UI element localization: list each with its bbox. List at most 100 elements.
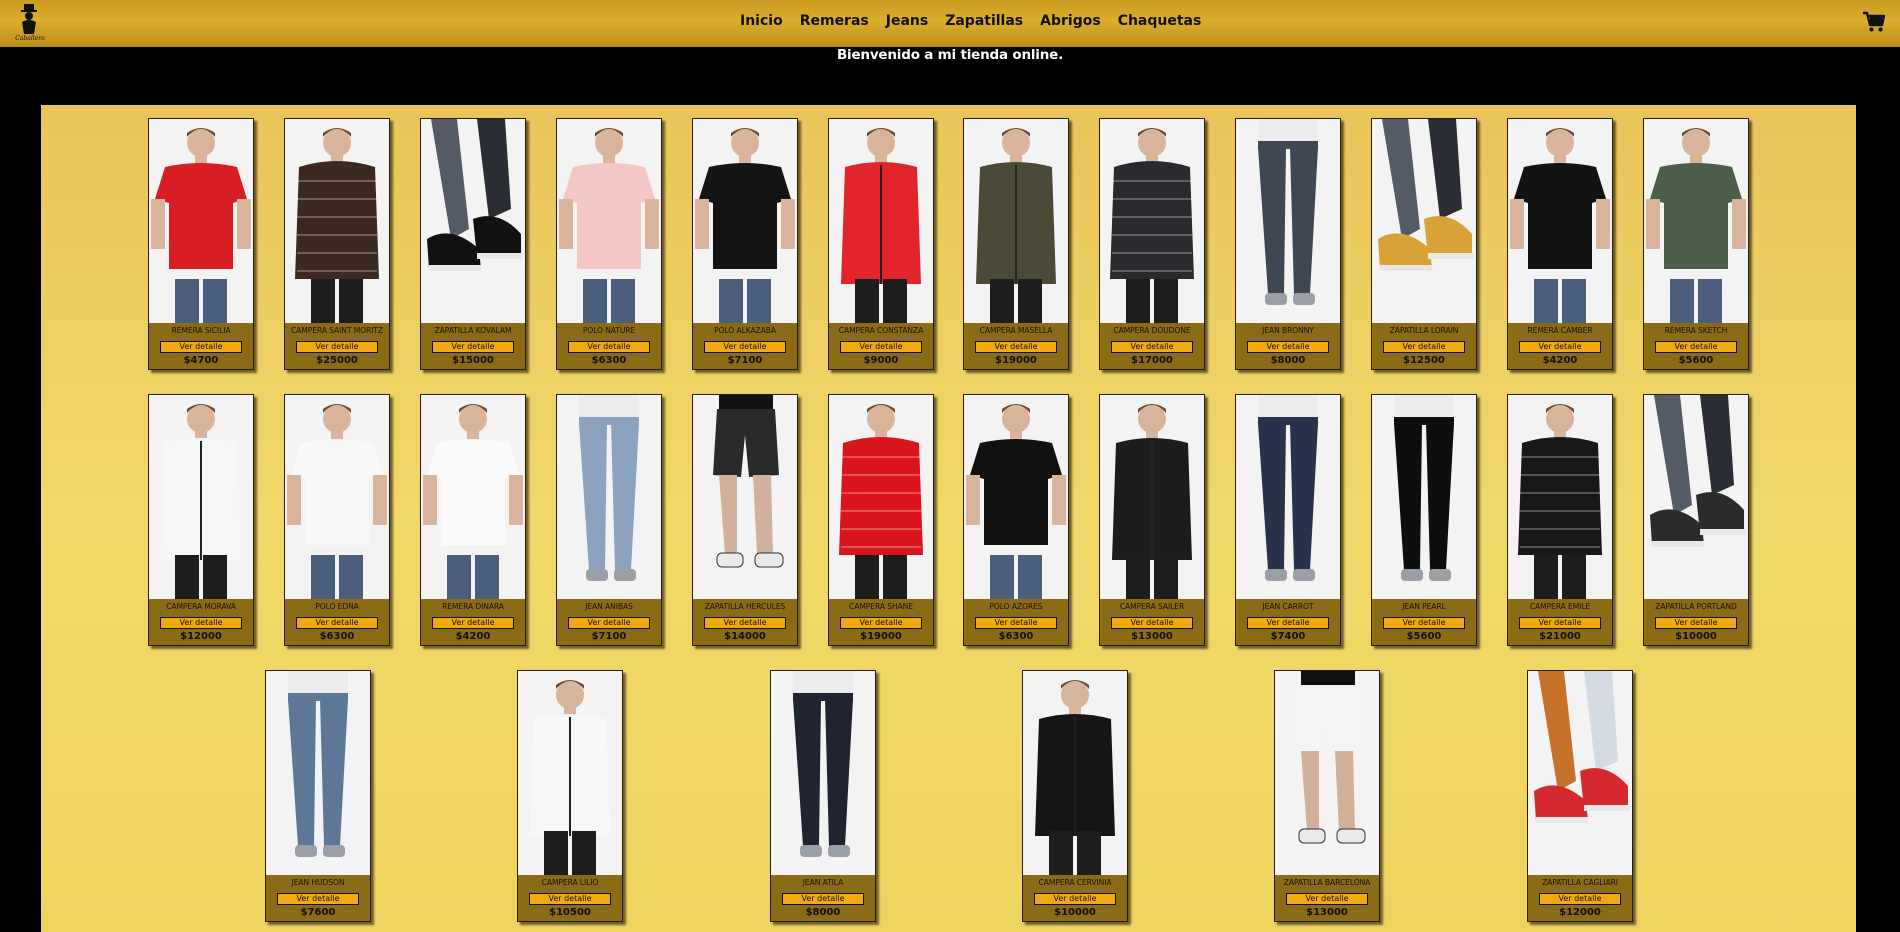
product-card[interactable]: ZAPATILLA BARCELONA Ver detalle $13000 <box>1274 670 1380 922</box>
product-card[interactable]: CAMPERA MORAVA Ver detalle $12000 <box>148 394 254 646</box>
product-image[interactable] <box>1508 119 1612 323</box>
product-image[interactable] <box>1236 119 1340 323</box>
product-card[interactable]: CAMPERA LILIO Ver detalle $10500 <box>517 670 623 922</box>
product-card[interactable]: JEAN CARROT Ver detalle $7400 <box>1235 394 1341 646</box>
ver-detalle-button[interactable]: Ver detalle <box>1286 893 1368 905</box>
product-image[interactable] <box>149 395 253 599</box>
product-card[interactable]: CAMPERA CONSTANZA Ver detalle $9000 <box>828 118 934 370</box>
product-card[interactable]: POLO ALKAZABA Ver detalle $7100 <box>692 118 798 370</box>
product-card[interactable]: JEAN HUDSON Ver detalle $7600 <box>265 670 371 922</box>
ver-detalle-button[interactable]: Ver detalle <box>568 617 650 629</box>
product-image[interactable] <box>285 395 389 599</box>
product-card[interactable]: JEAN ATILA Ver detalle $8000 <box>770 670 876 922</box>
product-card[interactable]: REMERA DINARA Ver detalle $4200 <box>420 394 526 646</box>
ver-detalle-button[interactable]: Ver detalle <box>1519 617 1601 629</box>
product-card[interactable]: JEAN BRONNY Ver detalle $8000 <box>1235 118 1341 370</box>
product-image[interactable] <box>1023 671 1127 875</box>
ver-detalle-button[interactable]: Ver detalle <box>704 341 786 353</box>
product-card[interactable]: JEAN PEARL Ver detalle $5600 <box>1371 394 1477 646</box>
ver-detalle-button[interactable]: Ver detalle <box>1655 341 1737 353</box>
ver-detalle-button[interactable]: Ver detalle <box>1034 893 1116 905</box>
ver-detalle-button[interactable]: Ver detalle <box>1539 893 1621 905</box>
nav-item-jeans[interactable]: Jeans <box>886 13 928 29</box>
product-card[interactable]: POLO NATURE Ver detalle $6300 <box>556 118 662 370</box>
product-card[interactable]: CAMPERA MASELLA Ver detalle $19000 <box>963 118 1069 370</box>
nav-item-zapatillas[interactable]: Zapatillas <box>945 13 1023 29</box>
product-card[interactable]: ZAPATILLA CAGLIARI Ver detalle $12000 <box>1527 670 1633 922</box>
ver-detalle-button[interactable]: Ver detalle <box>1247 341 1329 353</box>
product-image[interactable] <box>693 119 797 323</box>
ver-detalle-button[interactable]: Ver detalle <box>432 341 514 353</box>
product-price: $7100 <box>591 631 627 642</box>
ver-detalle-button[interactable]: Ver detalle <box>704 617 786 629</box>
product-image[interactable] <box>1508 395 1612 599</box>
product-image[interactable] <box>1528 671 1632 875</box>
ver-detalle-button[interactable]: Ver detalle <box>432 617 514 629</box>
ver-detalle-button[interactable]: Ver detalle <box>160 617 242 629</box>
product-card[interactable]: CAMPERA SHANE Ver detalle $19000 <box>828 394 934 646</box>
product-image[interactable] <box>421 119 525 323</box>
ver-detalle-button[interactable]: Ver detalle <box>1247 617 1329 629</box>
product-card[interactable]: POLO EDNA Ver detalle $6300 <box>284 394 390 646</box>
product-image[interactable] <box>1644 119 1748 323</box>
product-card[interactable]: REMERA SICILIA Ver detalle $4700 <box>148 118 254 370</box>
product-card[interactable]: REMERA SKETCH Ver detalle $5600 <box>1643 118 1749 370</box>
product-image[interactable] <box>1372 395 1476 599</box>
product-image[interactable] <box>1100 119 1204 323</box>
logo[interactable]: Caballero <box>12 2 46 44</box>
ver-detalle-button[interactable]: Ver detalle <box>1111 617 1193 629</box>
product-image[interactable] <box>1644 395 1748 599</box>
ver-detalle-button[interactable]: Ver detalle <box>568 341 650 353</box>
ver-detalle-button[interactable]: Ver detalle <box>1111 341 1193 353</box>
ver-detalle-button[interactable]: Ver detalle <box>975 617 1057 629</box>
ver-detalle-button[interactable]: Ver detalle <box>975 341 1057 353</box>
product-image[interactable] <box>964 395 1068 599</box>
product-image[interactable] <box>771 671 875 875</box>
nav-item-chaquetas[interactable]: Chaquetas <box>1118 13 1202 29</box>
product-card[interactable]: REMERA CAMBER Ver detalle $4200 <box>1507 118 1613 370</box>
product-card[interactable]: ZAPATILLA HERCULES Ver detalle $14000 <box>692 394 798 646</box>
ver-detalle-button[interactable]: Ver detalle <box>529 893 611 905</box>
ver-detalle-button[interactable]: Ver detalle <box>1383 341 1465 353</box>
product-card[interactable]: ZAPATILLA LORAIN Ver detalle $12500 <box>1371 118 1477 370</box>
product-image[interactable] <box>1236 395 1340 599</box>
ver-detalle-button[interactable]: Ver detalle <box>296 617 378 629</box>
ver-detalle-button[interactable]: Ver detalle <box>840 341 922 353</box>
product-card[interactable]: CAMPERA CERVINIA Ver detalle $10000 <box>1022 670 1128 922</box>
product-image[interactable] <box>964 119 1068 323</box>
product-image[interactable] <box>285 119 389 323</box>
nav-item-remeras[interactable]: Remeras <box>800 13 869 29</box>
product-card[interactable]: CAMPERA SAINT MORITZ Ver detalle $25000 <box>284 118 390 370</box>
product-image[interactable] <box>557 395 661 599</box>
product-card[interactable]: CAMPERA EMILE Ver detalle $21000 <box>1507 394 1613 646</box>
product-name: ZAPATILLA KOVALAM <box>434 326 512 335</box>
ver-detalle-button[interactable]: Ver detalle <box>782 893 864 905</box>
product-card[interactable]: JEAN ANIBAS Ver detalle $7100 <box>556 394 662 646</box>
product-card[interactable]: POLO AZORES Ver detalle $6300 <box>963 394 1069 646</box>
cart-button[interactable] <box>1862 10 1886 34</box>
product-card[interactable]: CAMPERA DOUDONE Ver detalle $17000 <box>1099 118 1205 370</box>
ver-detalle-button[interactable]: Ver detalle <box>160 341 242 353</box>
nav-item-abrigos[interactable]: Abrigos <box>1040 13 1101 29</box>
product-image[interactable] <box>829 119 933 323</box>
product-image[interactable] <box>1100 395 1204 599</box>
product-card[interactable]: ZAPATILLA PORTLAND Ver detalle $10000 <box>1643 394 1749 646</box>
ver-detalle-button[interactable]: Ver detalle <box>840 617 922 629</box>
nav-item-inicio[interactable]: Inicio <box>740 13 783 29</box>
ver-detalle-button[interactable]: Ver detalle <box>1383 617 1465 629</box>
product-image[interactable] <box>1372 119 1476 323</box>
ver-detalle-button[interactable]: Ver detalle <box>296 341 378 353</box>
product-card[interactable]: CAMPERA SAILER Ver detalle $13000 <box>1099 394 1205 646</box>
product-image[interactable] <box>1275 671 1379 875</box>
ver-detalle-button[interactable]: Ver detalle <box>277 893 359 905</box>
ver-detalle-button[interactable]: Ver detalle <box>1655 617 1737 629</box>
product-image[interactable] <box>693 395 797 599</box>
product-image[interactable] <box>829 395 933 599</box>
product-image[interactable] <box>518 671 622 875</box>
ver-detalle-button[interactable]: Ver detalle <box>1519 341 1601 353</box>
product-card[interactable]: ZAPATILLA KOVALAM Ver detalle $15000 <box>420 118 526 370</box>
product-image[interactable] <box>557 119 661 323</box>
product-image[interactable] <box>421 395 525 599</box>
product-image[interactable] <box>266 671 370 875</box>
product-image[interactable] <box>149 119 253 323</box>
